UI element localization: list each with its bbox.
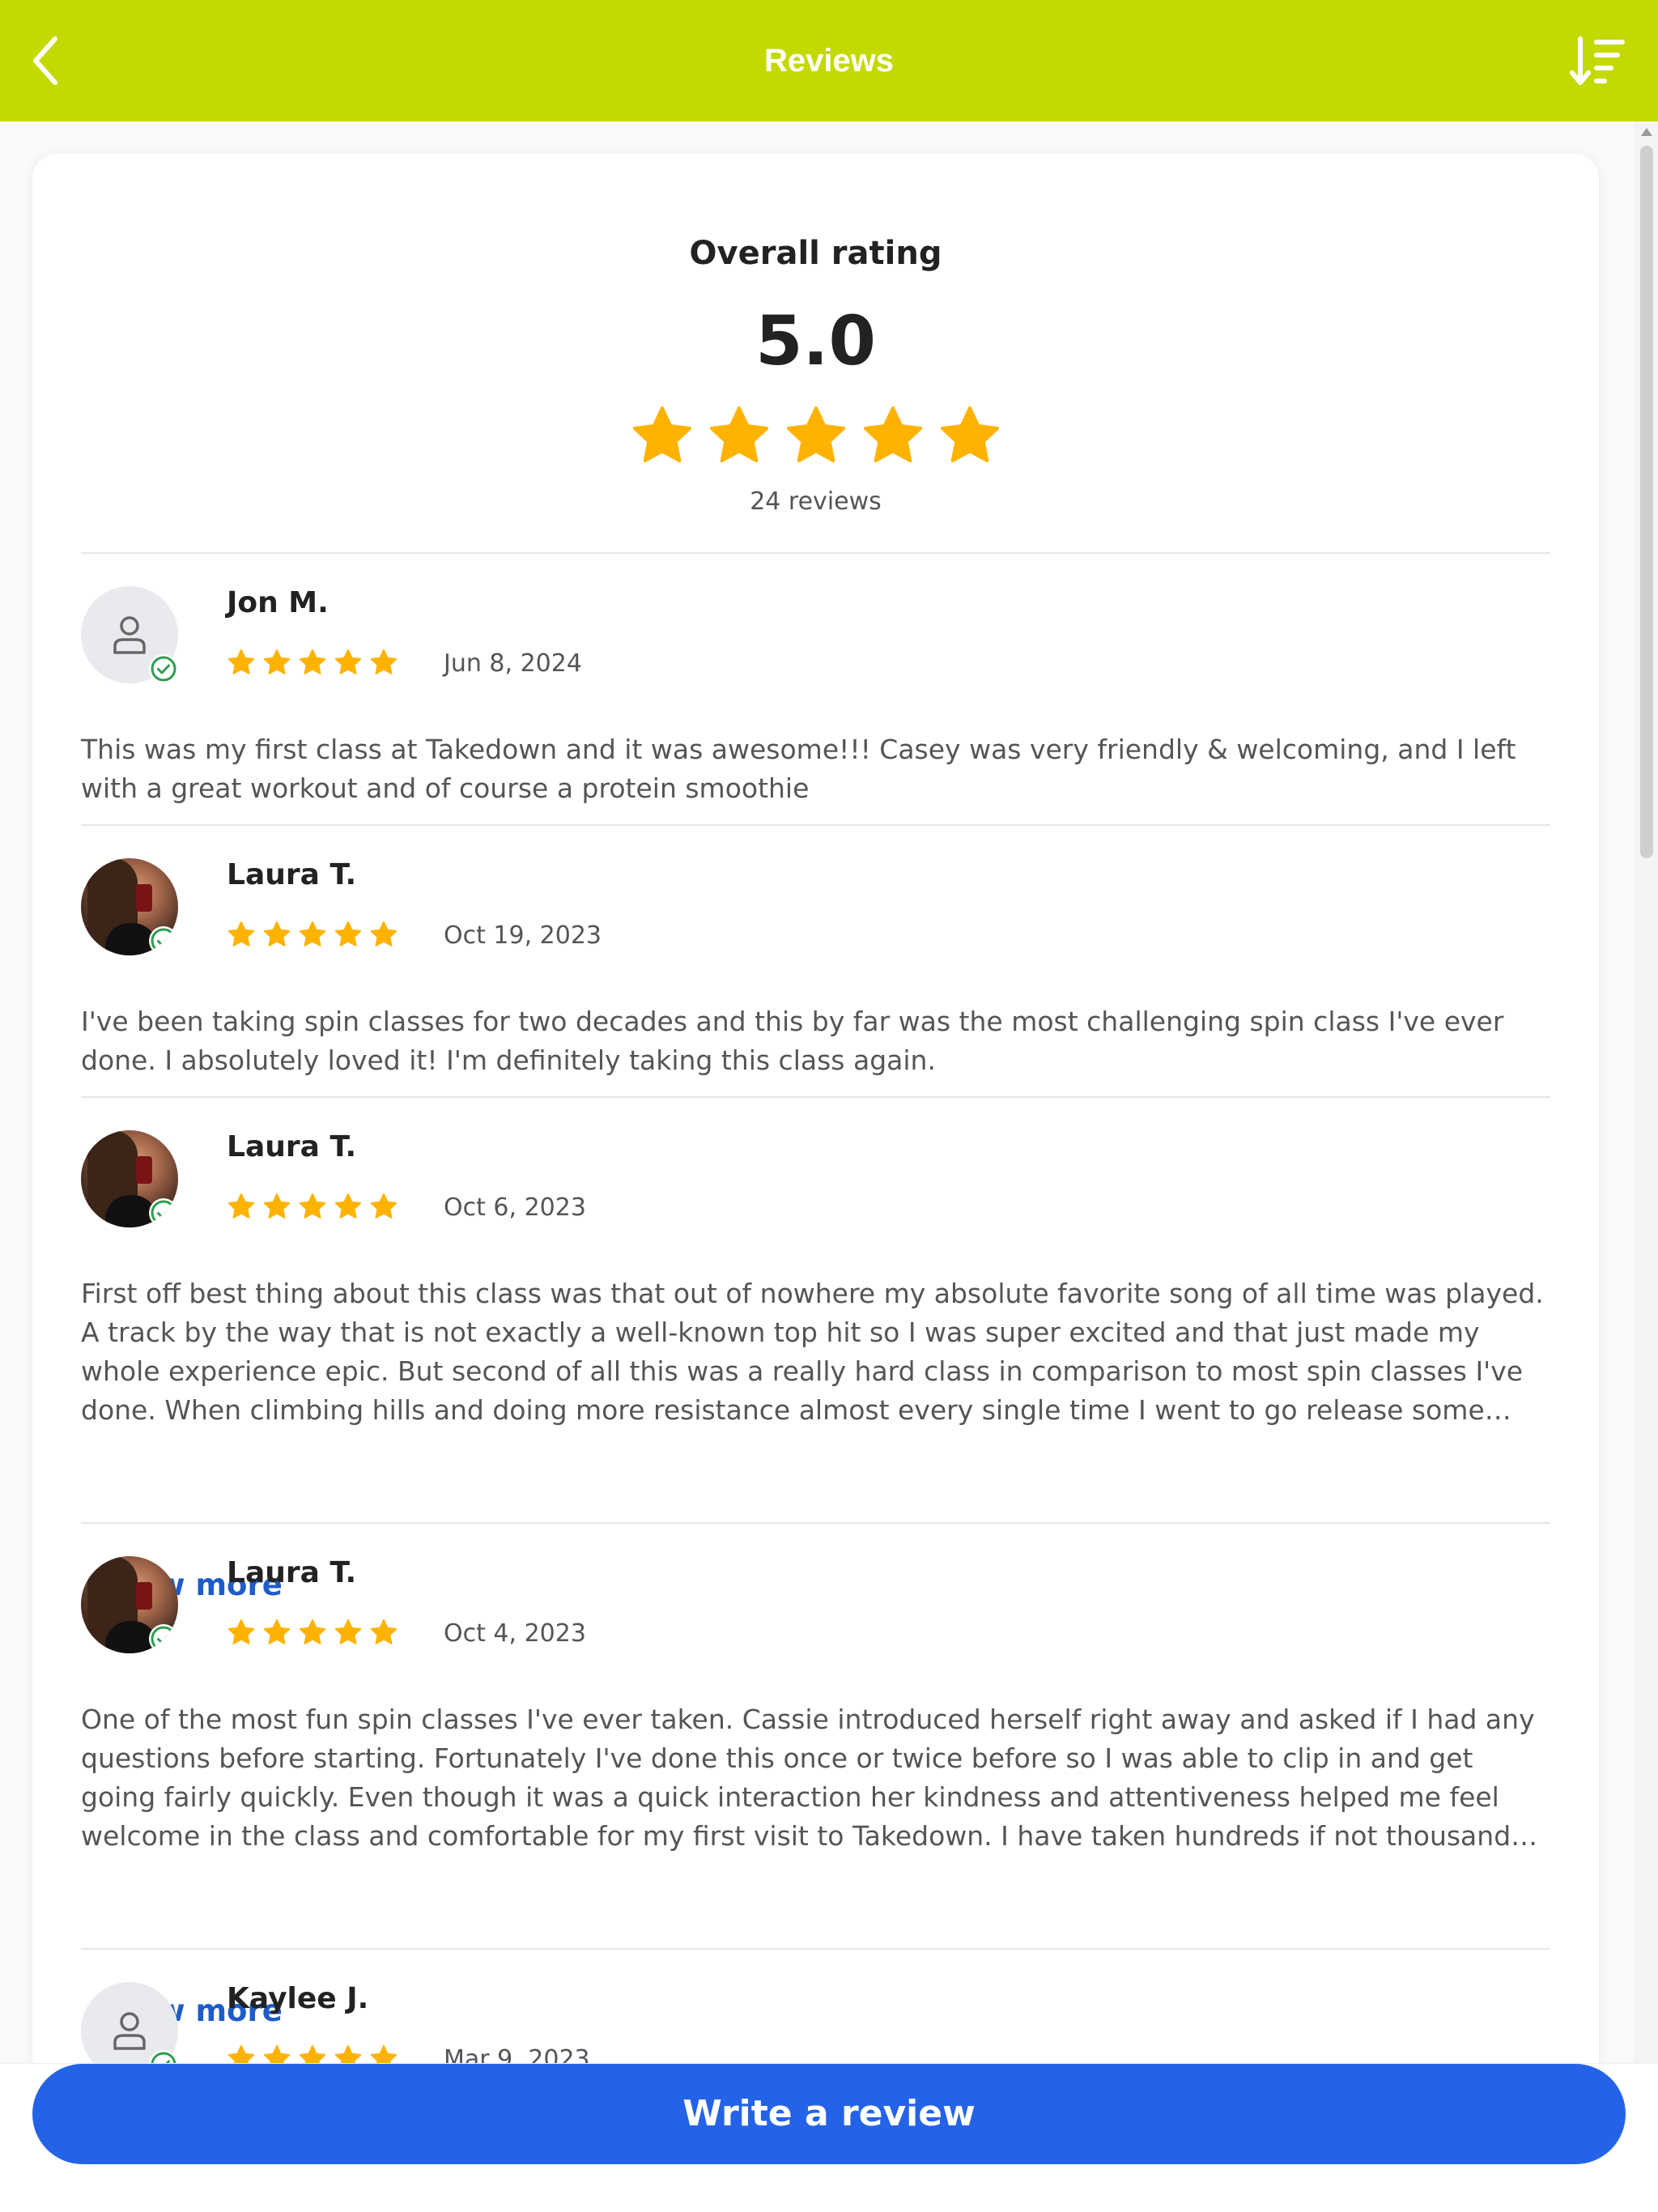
review-item: Jon M. Jun 8, 2024 This was my first cla… [81, 586, 1550, 804]
review-stars [227, 648, 398, 677]
star-icon [262, 2044, 291, 2063]
review-stars [227, 1618, 398, 1647]
review-count: 24 reviews [750, 487, 882, 516]
star-icon [369, 648, 398, 677]
star-icon [227, 1618, 256, 1647]
person-icon [110, 2010, 149, 2052]
star-icon [937, 403, 1002, 468]
star-icon [861, 403, 925, 468]
divider [81, 552, 1550, 554]
star-icon [298, 1618, 327, 1647]
star-icon [298, 920, 327, 949]
star-icon [227, 2044, 256, 2063]
reviewer-name: Kaylee J. [227, 1982, 369, 2015]
star-icon [369, 920, 398, 949]
reviewer-name: Jon M. [227, 586, 329, 619]
star-icon [298, 2044, 327, 2063]
star-icon [298, 1192, 327, 1221]
sort-descending-icon [1570, 36, 1625, 85]
divider [81, 1948, 1550, 1950]
avatar [81, 1556, 178, 1653]
avatar [81, 858, 178, 955]
review-item: Laura T. Oct 4, 2023 One of the most fun… [81, 1556, 1550, 2028]
sort-button[interactable] [1569, 36, 1626, 87]
verified-check-icon [149, 2050, 178, 2063]
overall-rating-stars [32, 403, 1599, 468]
review-item: Kaylee J. Mar 9, 2023 [81, 1982, 1550, 2063]
overall-rating-title: Overall rating [689, 235, 942, 272]
star-icon [334, 920, 363, 949]
page-title: Reviews [763, 43, 895, 79]
star-icon [707, 403, 772, 468]
reviews-card: Overall rating 5.0 24 reviews Jon M. Jun… [32, 154, 1599, 2063]
reviews-scroll-area[interactable]: Overall rating 5.0 24 reviews Jon M. Jun… [0, 121, 1658, 2063]
review-stars [227, 920, 398, 949]
review-text: First off best thing about this class wa… [81, 1278, 1544, 1426]
star-icon [262, 920, 291, 949]
review-date: Oct 19, 2023 [444, 921, 602, 950]
scrollbar-thumb[interactable] [1640, 146, 1653, 858]
divider [81, 1096, 1550, 1098]
avatar [81, 586, 178, 683]
star-icon [784, 403, 848, 468]
verified-check-icon [149, 926, 178, 955]
review-text: I've been taking spin classes for two de… [81, 1006, 1504, 1076]
verified-check-icon [149, 1624, 178, 1653]
star-icon [334, 1192, 363, 1221]
review-item: Laura T. Oct 19, 2023 I've been taking s… [81, 858, 1550, 1076]
star-icon [334, 2044, 363, 2063]
star-icon [630, 403, 695, 468]
verified-check-icon [149, 654, 178, 683]
verified-check-icon [149, 1198, 178, 1227]
reviewer-name: Laura T. [227, 858, 357, 891]
review-date: Jun 8, 2024 [444, 649, 582, 678]
divider [81, 824, 1550, 826]
avatar [81, 1130, 178, 1227]
scrollbar[interactable] [1634, 121, 1658, 2063]
review-text: One of the most fun spin classes I've ev… [81, 1704, 1535, 1852]
star-icon [298, 648, 327, 677]
overall-rating-score: 5.0 [755, 301, 876, 381]
star-icon [369, 2044, 398, 2063]
write-review-button[interactable]: Write a review [32, 2064, 1626, 2164]
person-icon [110, 614, 149, 656]
reviewer-name: Laura T. [227, 1130, 357, 1163]
star-icon [334, 648, 363, 677]
star-icon [227, 920, 256, 949]
bottom-action-bar: Write a review [0, 2063, 1658, 2212]
review-item: Laura T. Oct 6, 2023 First off best thin… [81, 1130, 1550, 1602]
review-date: Oct 4, 2023 [444, 1619, 586, 1648]
top-app-bar: Reviews [0, 0, 1658, 121]
scroll-up-arrow-icon[interactable] [1641, 128, 1652, 136]
review-date: Mar 9, 2023 [444, 2045, 590, 2063]
star-icon [262, 1192, 291, 1221]
star-icon [262, 1618, 291, 1647]
star-icon [227, 1192, 256, 1221]
review-text: This was my first class at Takedown and … [81, 734, 1516, 804]
star-icon [227, 648, 256, 677]
avatar [81, 1982, 178, 2063]
review-stars [227, 2044, 398, 2063]
reviewer-name: Laura T. [227, 1556, 357, 1589]
review-date: Oct 6, 2023 [444, 1193, 586, 1222]
star-icon [334, 1618, 363, 1647]
review-stars [227, 1192, 398, 1221]
star-icon [262, 648, 291, 677]
divider [81, 1522, 1550, 1524]
star-icon [369, 1192, 398, 1221]
star-icon [369, 1618, 398, 1647]
